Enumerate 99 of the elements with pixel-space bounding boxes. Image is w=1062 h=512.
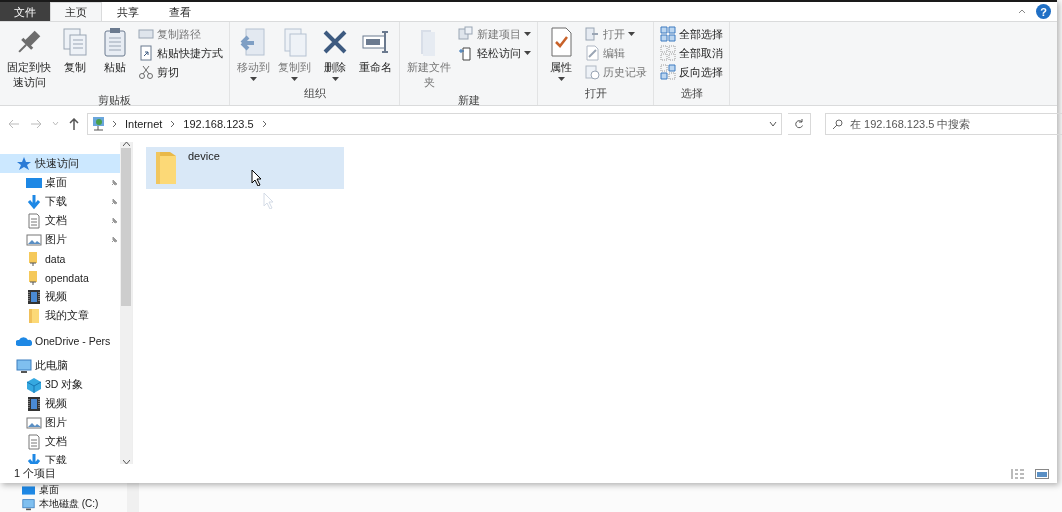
nav-item[interactable]: 视频 [0, 394, 120, 413]
scissors-icon [138, 64, 154, 80]
breadcrumb[interactable]: 192.168.123.5 [181, 118, 256, 130]
computer-icon [22, 497, 35, 511]
computer-icon [16, 357, 32, 374]
ribbon-button[interactable]: 剪切 [136, 63, 225, 81]
caret-icon [250, 77, 257, 82]
arrow-right-icon [30, 119, 42, 129]
nav-item[interactable]: 此电脑 [0, 356, 120, 375]
ribbon-tab[interactable]: 主页 [50, 2, 102, 22]
nav-item[interactable]: 我的文章 [0, 306, 120, 325]
document-icon [26, 433, 42, 450]
nav-item[interactable]: 视频 [0, 287, 120, 306]
search-field[interactable]: 在 192.168.123.5 中搜索 [825, 113, 1062, 135]
edit-icon [584, 45, 600, 61]
document-icon [26, 212, 42, 229]
pin-icon [110, 178, 118, 187]
caret-icon [557, 77, 565, 82]
nav-item[interactable]: 图片 [0, 230, 120, 249]
select-none-icon [660, 45, 676, 61]
search-icon [832, 119, 843, 130]
shortcut-icon [138, 45, 154, 61]
forward-button[interactable] [28, 117, 44, 131]
nav-item[interactable]: 3D 对象 [0, 375, 120, 394]
caret-icon [331, 77, 339, 82]
scroll-down-icon [122, 460, 130, 464]
pointer-icon [251, 169, 262, 186]
ribbon-button[interactable]: 删除 [316, 24, 354, 86]
up-button[interactable] [67, 116, 81, 132]
select-all-icon [660, 26, 676, 42]
picture-icon [26, 414, 42, 431]
nav-item[interactable]: 下载 [0, 192, 120, 211]
item-count: 1 个项目 [14, 466, 57, 481]
download-icon [26, 193, 42, 210]
back-button[interactable] [6, 117, 22, 131]
chevron-down-icon [769, 121, 777, 127]
cube-icon [26, 376, 42, 393]
ribbon-button[interactable]: 全部取消 [658, 44, 725, 62]
chevron-right-icon [170, 120, 176, 128]
chevron-down-icon [52, 122, 59, 126]
ribbon-button[interactable]: 重命名 [356, 24, 395, 86]
nav-item[interactable]: 快速访问 [0, 154, 120, 173]
nav-item[interactable]: OneDrive - Pers [0, 331, 120, 350]
group-label: 组织 [302, 86, 327, 101]
caret-icon [524, 51, 531, 55]
refresh-icon [794, 119, 804, 129]
ribbon-button[interactable]: 反向选择 [658, 63, 725, 81]
nav-item[interactable]: 下载 [0, 451, 120, 464]
arrow-up-icon [69, 118, 79, 130]
address-bar[interactable]: Internet 192.168.123.5 [87, 113, 782, 135]
pin-icon [110, 235, 118, 244]
nav-item[interactable]: 图片 [0, 413, 120, 432]
ribbon-button[interactable]: 属性 [542, 24, 580, 86]
group-label: 打开 [583, 86, 608, 101]
ribbon-button[interactable]: 复制 [56, 24, 94, 93]
film-icon [26, 288, 42, 305]
picture-icon [26, 231, 42, 248]
network-icon [92, 116, 106, 132]
pin-icon [110, 197, 118, 206]
collapse-icon [1018, 9, 1026, 14]
chevron-right-icon [261, 120, 267, 128]
thumbnail-view-icon [1035, 467, 1049, 480]
ribbon-button[interactable]: 轻松访问 [456, 44, 533, 62]
group-label: 选择 [679, 86, 704, 101]
scroll-up-icon [122, 142, 130, 146]
ribbon-tab[interactable]: 共享 [102, 2, 154, 21]
ribbon-button[interactable]: 固定到快速访问 [4, 24, 54, 93]
nav-item[interactable]: 文档 [0, 432, 120, 451]
group-label: 剪贴板 [97, 92, 132, 108]
history-icon [584, 64, 600, 80]
pin-icon [110, 216, 118, 225]
nav-item[interactable]: 文档 [0, 211, 120, 230]
caret-icon [628, 32, 635, 36]
scrollbar[interactable] [120, 142, 132, 464]
chevron-right-icon [112, 120, 117, 128]
invert-selection-icon [660, 64, 676, 80]
caret-icon [291, 77, 298, 82]
film-icon [26, 395, 42, 412]
breadcrumb[interactable]: Internet [123, 118, 165, 130]
caret-icon [524, 32, 531, 36]
star-icon [16, 155, 32, 172]
ribbon-button[interactable]: 全部选择 [658, 25, 725, 43]
arrow-left-icon [8, 119, 20, 129]
nav-item[interactable]: opendata [0, 268, 120, 287]
nav-item[interactable]: data [0, 249, 120, 268]
desktop-icon [22, 483, 35, 497]
ribbon-button[interactable]: 粘贴快捷方式 [136, 44, 225, 62]
ribbon-button[interactable]: 粘贴 [96, 24, 134, 93]
pointer-icon [263, 192, 274, 209]
ribbon-tab[interactable]: 查看 [154, 2, 206, 21]
folder-item[interactable]: device [146, 147, 344, 189]
download-icon [26, 452, 42, 464]
refresh-button[interactable] [788, 113, 811, 135]
ribbon-tab[interactable]: 文件 [0, 2, 50, 21]
group-label: 新建 [456, 92, 481, 108]
nav-item[interactable]: 桌面 [0, 173, 120, 192]
help-icon[interactable]: ? [1036, 4, 1051, 19]
details-view-icon [1011, 467, 1025, 480]
recent-button[interactable] [50, 120, 61, 128]
